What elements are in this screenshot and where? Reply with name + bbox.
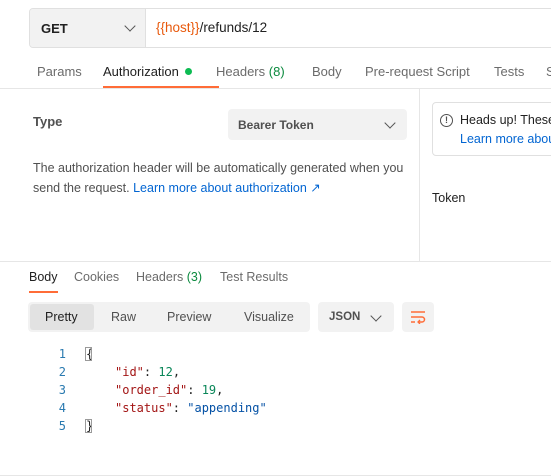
heads-up-notice: ! Heads up! These Learn more abou [432, 102, 551, 156]
chevron-down-icon [124, 20, 136, 32]
brace: } [85, 419, 94, 433]
line-number: 2 [58, 365, 66, 379]
url-input[interactable]: {{host}}/refunds/12 [156, 20, 267, 35]
panel-divider [419, 89, 420, 261]
json-key: "id" [115, 365, 144, 379]
active-response-tab-indicator [29, 291, 58, 293]
url-bar: GET {{host}}/refunds/12 [29, 8, 551, 48]
tab-label: Body [29, 270, 58, 284]
json-separator: , [172, 365, 181, 379]
response-tab-test-results[interactable]: Test Results [220, 270, 288, 284]
json-close-brace: } [85, 419, 94, 433]
token-label: Token [432, 191, 466, 205]
url-path: /refunds/12 [199, 20, 268, 35]
json-line: "status": "appending" [115, 401, 267, 415]
tab-pre-request-script[interactable]: Pre-request Script [365, 64, 470, 79]
response-tab-headers[interactable]: Headers (3) [136, 270, 202, 284]
line-number: 1 [58, 347, 66, 361]
wrap-lines-icon [411, 311, 426, 324]
wrap-lines-button[interactable] [402, 302, 434, 332]
format-value: JSON [329, 311, 361, 323]
json-key: "order_id" [115, 383, 188, 397]
line-number: 5 [58, 419, 66, 433]
json-line: "order_id": 19, [115, 383, 224, 397]
tab-label: Test Results [220, 270, 289, 284]
tab-label: Body [312, 64, 342, 79]
tab-label: Params [37, 64, 82, 79]
tab-body[interactable]: Body [312, 64, 342, 79]
response-tab-cookies[interactable]: Cookies [74, 270, 119, 284]
auth-description: The authorization header will be automat… [33, 158, 405, 198]
tab-count: (8) [268, 64, 285, 79]
tab-headers[interactable]: Headers (8) [216, 64, 285, 79]
tab-label: S [546, 64, 551, 79]
tab-settings[interactable]: S [546, 64, 551, 79]
json-value: 12 [158, 365, 173, 379]
auth-type-label: Type [33, 114, 63, 129]
tab-label: Headers [216, 64, 266, 79]
json-value: "appending" [187, 401, 267, 415]
json-key: "status" [115, 401, 173, 415]
json-separator: , [216, 383, 224, 397]
url-variable: {{host}} [156, 20, 200, 35]
tab-label: Cookies [74, 270, 120, 284]
tab-tests[interactable]: Tests [494, 64, 524, 79]
line-number: 4 [58, 401, 66, 415]
chevron-down-icon [370, 310, 382, 322]
tabs-divider [0, 88, 551, 89]
auth-type-value: Bearer Token [238, 118, 314, 132]
view-mode-pretty[interactable]: Pretty [45, 310, 78, 324]
tab-authorization[interactable]: Authorization [103, 64, 192, 79]
heads-up-learn-more-link[interactable]: Learn more abou [460, 132, 551, 146]
view-mode-raw[interactable]: Raw [111, 310, 136, 324]
tab-label: Headers [136, 270, 184, 284]
json-line: "id": 12, [115, 365, 181, 379]
tab-params[interactable]: Params [37, 64, 82, 79]
view-mode-visualize[interactable]: Visualize [244, 310, 294, 324]
heads-up-title: Heads up! These [460, 113, 551, 127]
response-tab-body[interactable]: Body [29, 270, 58, 284]
info-icon: ! [440, 114, 453, 127]
method-select[interactable]: GET [30, 9, 146, 47]
tab-count: (3) [186, 270, 203, 284]
method-label: GET [41, 21, 68, 36]
line-number: 3 [58, 383, 66, 397]
learn-more-authorization-link[interactable]: Learn more about authorization ↗ [133, 181, 321, 195]
json-value: 19 [201, 383, 217, 397]
tab-label: Pre-request Script [365, 64, 470, 79]
response-divider [0, 261, 551, 262]
brace: { [85, 347, 94, 361]
tab-label: Tests [494, 64, 525, 79]
json-open-brace: { [85, 347, 94, 361]
format-select[interactable]: JSON [318, 302, 394, 332]
tab-label: Authorization [103, 64, 179, 79]
auth-type-select[interactable]: Bearer Token [228, 109, 407, 140]
active-dot-icon [184, 68, 192, 75]
chevron-down-icon [384, 117, 396, 129]
view-mode-preview[interactable]: Preview [167, 310, 211, 324]
